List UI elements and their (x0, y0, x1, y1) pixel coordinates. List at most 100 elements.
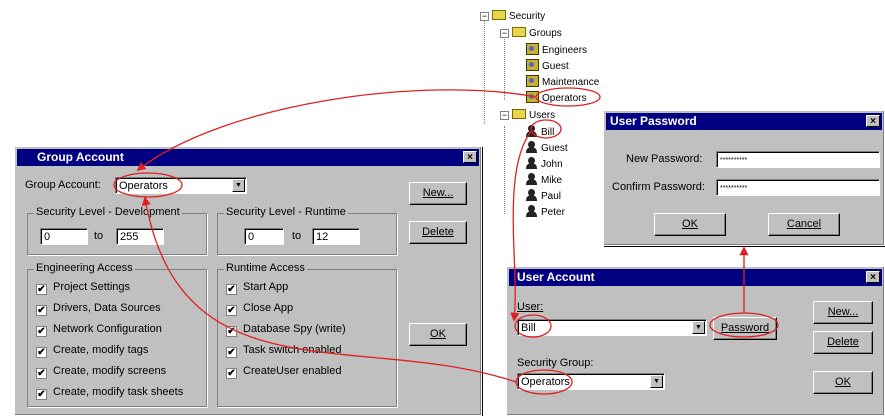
security-group-label: Security Group: (517, 357, 594, 369)
tree-node-security[interactable]: − Security (480, 10, 545, 24)
tree-node-label: John (541, 159, 563, 170)
group-title: Engineering Access (34, 262, 135, 274)
cancel-button[interactable]: Cancel (768, 213, 840, 236)
user-password-titlebar[interactable]: User Password × (606, 113, 882, 130)
tree-node-label: Guest (542, 61, 569, 72)
tree-node-group-operators[interactable]: Operators (526, 91, 586, 105)
delete-user-button[interactable]: Delete (813, 331, 873, 354)
checkbox-label: Create, modify tags (53, 344, 149, 356)
checkbox-create-modify-task-sheets[interactable]: ✔ Create, modify task sheets (36, 385, 184, 400)
tree-node-user-mike[interactable]: Mike (526, 173, 562, 187)
close-icon[interactable]: × (463, 151, 477, 163)
security-group-select[interactable]: Operators ▼ (517, 373, 665, 390)
check-icon[interactable]: ✔ (226, 326, 237, 337)
group-icon (526, 43, 539, 55)
tree-node-label: Paul (541, 191, 562, 202)
check-icon[interactable]: ✔ (36, 368, 47, 379)
check-icon[interactable]: ✔ (36, 305, 47, 316)
checkbox-create-modify-tags[interactable]: ✔ Create, modify tags (36, 343, 149, 358)
ok-button[interactable]: OK (654, 213, 726, 236)
group-title: Security Level - Runtime (224, 206, 348, 218)
dev-level-to-input[interactable]: 255 (116, 228, 164, 245)
checkbox-start-app[interactable]: ✔ Start App (226, 280, 288, 295)
confirm-password-label: Confirm Password: (612, 181, 705, 193)
tree-node-group-maintenance[interactable]: Maintenance (526, 75, 599, 89)
checkbox-label: Create, modify task sheets (53, 386, 184, 398)
check-icon[interactable]: ✔ (226, 305, 237, 316)
checkbox-task-switch-enabled[interactable]: ✔ Task switch enabled (226, 343, 342, 358)
button-label: OK (835, 376, 851, 388)
button-label: Delete (422, 226, 454, 238)
new-password-input[interactable]: ********** (716, 151, 880, 168)
checkbox-network-configuration[interactable]: ✔ Network Configuration (36, 322, 162, 337)
user-account-titlebar[interactable]: User Account × (509, 269, 882, 286)
chevron-down-icon[interactable]: ▼ (692, 321, 705, 334)
engineering-access-group: Engineering Access ✔ Project Settings ✔ Dr… (27, 262, 207, 407)
close-icon[interactable]: × (866, 115, 880, 127)
new-user-button[interactable]: New... (813, 301, 873, 324)
check-icon[interactable]: ✔ (36, 347, 47, 358)
tree-node-group-engineers[interactable]: Engineers (526, 43, 587, 57)
user-select[interactable]: Bill ▼ (517, 319, 707, 336)
checkbox-project-settings[interactable]: ✔ Project Settings (36, 280, 130, 295)
checkbox-close-app[interactable]: ✔ Close App (226, 301, 294, 316)
checkbox-label: CreateUser enabled (243, 365, 342, 377)
new-group-button[interactable]: New... (409, 182, 467, 205)
tree-node-label: Users (529, 110, 556, 121)
dev-level-from-input[interactable]: 0 (40, 228, 88, 245)
user-label: User: (517, 301, 544, 313)
runtime-access-group: Runtime Access ✔ Start App ✔ Close App ✔ Da… (217, 262, 397, 407)
new-password-label: New Password: (626, 153, 703, 165)
tree-node-users[interactable]: − Users (500, 109, 555, 123)
chevron-down-icon[interactable]: ▼ (232, 179, 245, 192)
folder-icon (512, 109, 526, 119)
check-icon[interactable]: ✔ (36, 389, 47, 400)
tree-node-groups[interactable]: − Groups (500, 27, 562, 41)
tree-node-user-paul[interactable]: Paul (526, 189, 561, 203)
collapse-icon[interactable]: − (500, 29, 509, 38)
rt-level-from-input[interactable]: 0 (244, 228, 284, 245)
checkbox-drivers-data-sources[interactable]: ✔ Drivers, Data Sources (36, 301, 161, 316)
close-icon[interactable]: × (866, 271, 880, 283)
chevron-down-icon[interactable]: ▼ (650, 375, 663, 388)
checkbox-create-modify-screens[interactable]: ✔ Create, modify screens (36, 364, 166, 379)
tree-node-user-peter[interactable]: Peter (526, 205, 565, 219)
group-icon (526, 75, 539, 87)
checkbox-label: Close App (243, 302, 294, 314)
user-account-dialog: User Account × User: Bill ▼ Password Sec… (506, 266, 885, 416)
button-label: Cancel (786, 218, 822, 230)
ok-button[interactable]: OK (813, 371, 873, 394)
check-icon[interactable]: ✔ (36, 326, 47, 337)
tree-line (504, 36, 505, 100)
checkbox-createuser-enabled[interactable]: ✔ CreateUser enabled (226, 364, 342, 379)
collapse-icon[interactable]: − (500, 111, 509, 120)
check-icon[interactable]: ✔ (226, 284, 237, 295)
tree-node-label: Guest (541, 143, 568, 154)
password-button[interactable]: Password (713, 317, 777, 340)
ok-button[interactable]: OK (409, 323, 467, 346)
group-title: Security Level - Development (34, 206, 182, 218)
button-label: Password (720, 322, 770, 334)
button-label: OK (430, 328, 446, 340)
confirm-password-input[interactable]: ********** (716, 179, 880, 196)
tree-node-label: Mike (541, 175, 563, 186)
tree-node-user-bill[interactable]: Bill (526, 125, 554, 139)
tree-node-group-guest[interactable]: Guest (526, 59, 569, 73)
security-level-runtime-group: Security Level - Runtime 0 to 12 (217, 206, 397, 255)
delete-group-button[interactable]: Delete (409, 221, 467, 244)
checkbox-label: Task switch enabled (243, 344, 342, 356)
checkbox-database-spy-write[interactable]: ✔ Database Spy (write) (226, 322, 346, 337)
collapse-icon[interactable]: − (480, 12, 489, 21)
check-icon[interactable]: ✔ (36, 284, 47, 295)
rt-level-to-input[interactable]: 12 (312, 228, 360, 245)
group-account-select[interactable]: Operators ▼ (115, 177, 247, 194)
check-icon[interactable]: ✔ (226, 368, 237, 379)
tree-node-user-john[interactable]: John (526, 157, 563, 171)
check-icon[interactable]: ✔ (226, 347, 237, 358)
tree-node-label: Bill (541, 127, 555, 138)
group-title: Runtime Access (224, 262, 307, 274)
tree-node-user-guest[interactable]: Guest (526, 141, 568, 155)
select-value: Bill (521, 322, 536, 334)
user-icon (526, 157, 537, 169)
group-account-titlebar[interactable]: Group Account × (17, 149, 479, 166)
